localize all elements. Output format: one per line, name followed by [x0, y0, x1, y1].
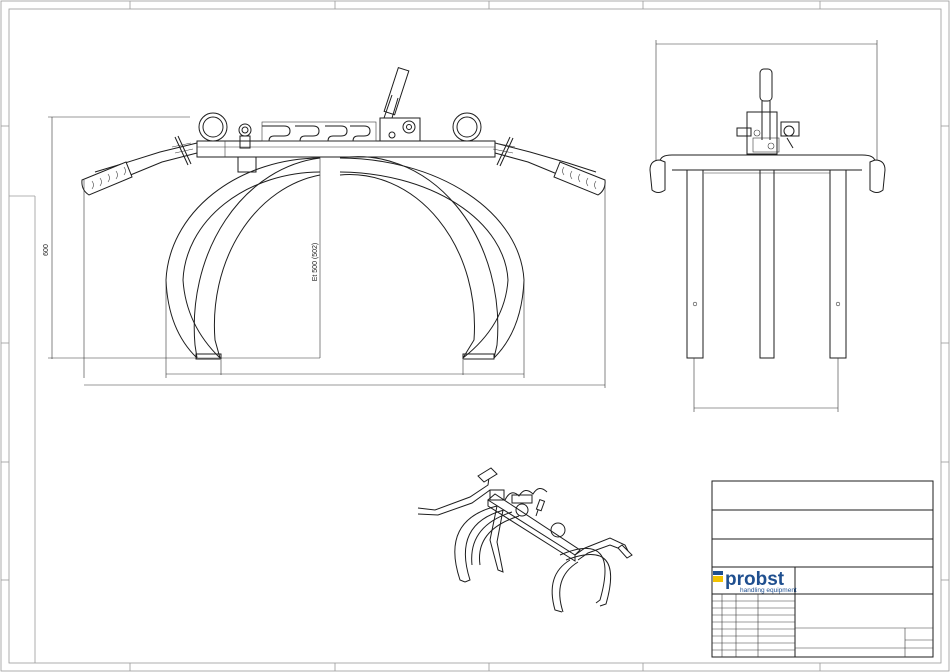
- isometric-view: [417, 467, 633, 613]
- height-dimension-label: 600: [43, 244, 50, 256]
- front-view: [48, 66, 606, 388]
- sheet-frame: [0, 0, 950, 672]
- side-view: [649, 40, 886, 412]
- technical-drawing: 600 Et 500 (502) probst handling equipme…: [0, 0, 950, 672]
- logo-bar-yellow: [713, 576, 723, 582]
- logo-tagline: handling equipment: [740, 587, 797, 594]
- inner-dimension-label: Et 500 (502): [312, 243, 319, 282]
- front-dimensions: [48, 116, 606, 388]
- logo-bar-blue: [713, 571, 723, 575]
- probst-logo: probst handling equipment: [713, 569, 797, 594]
